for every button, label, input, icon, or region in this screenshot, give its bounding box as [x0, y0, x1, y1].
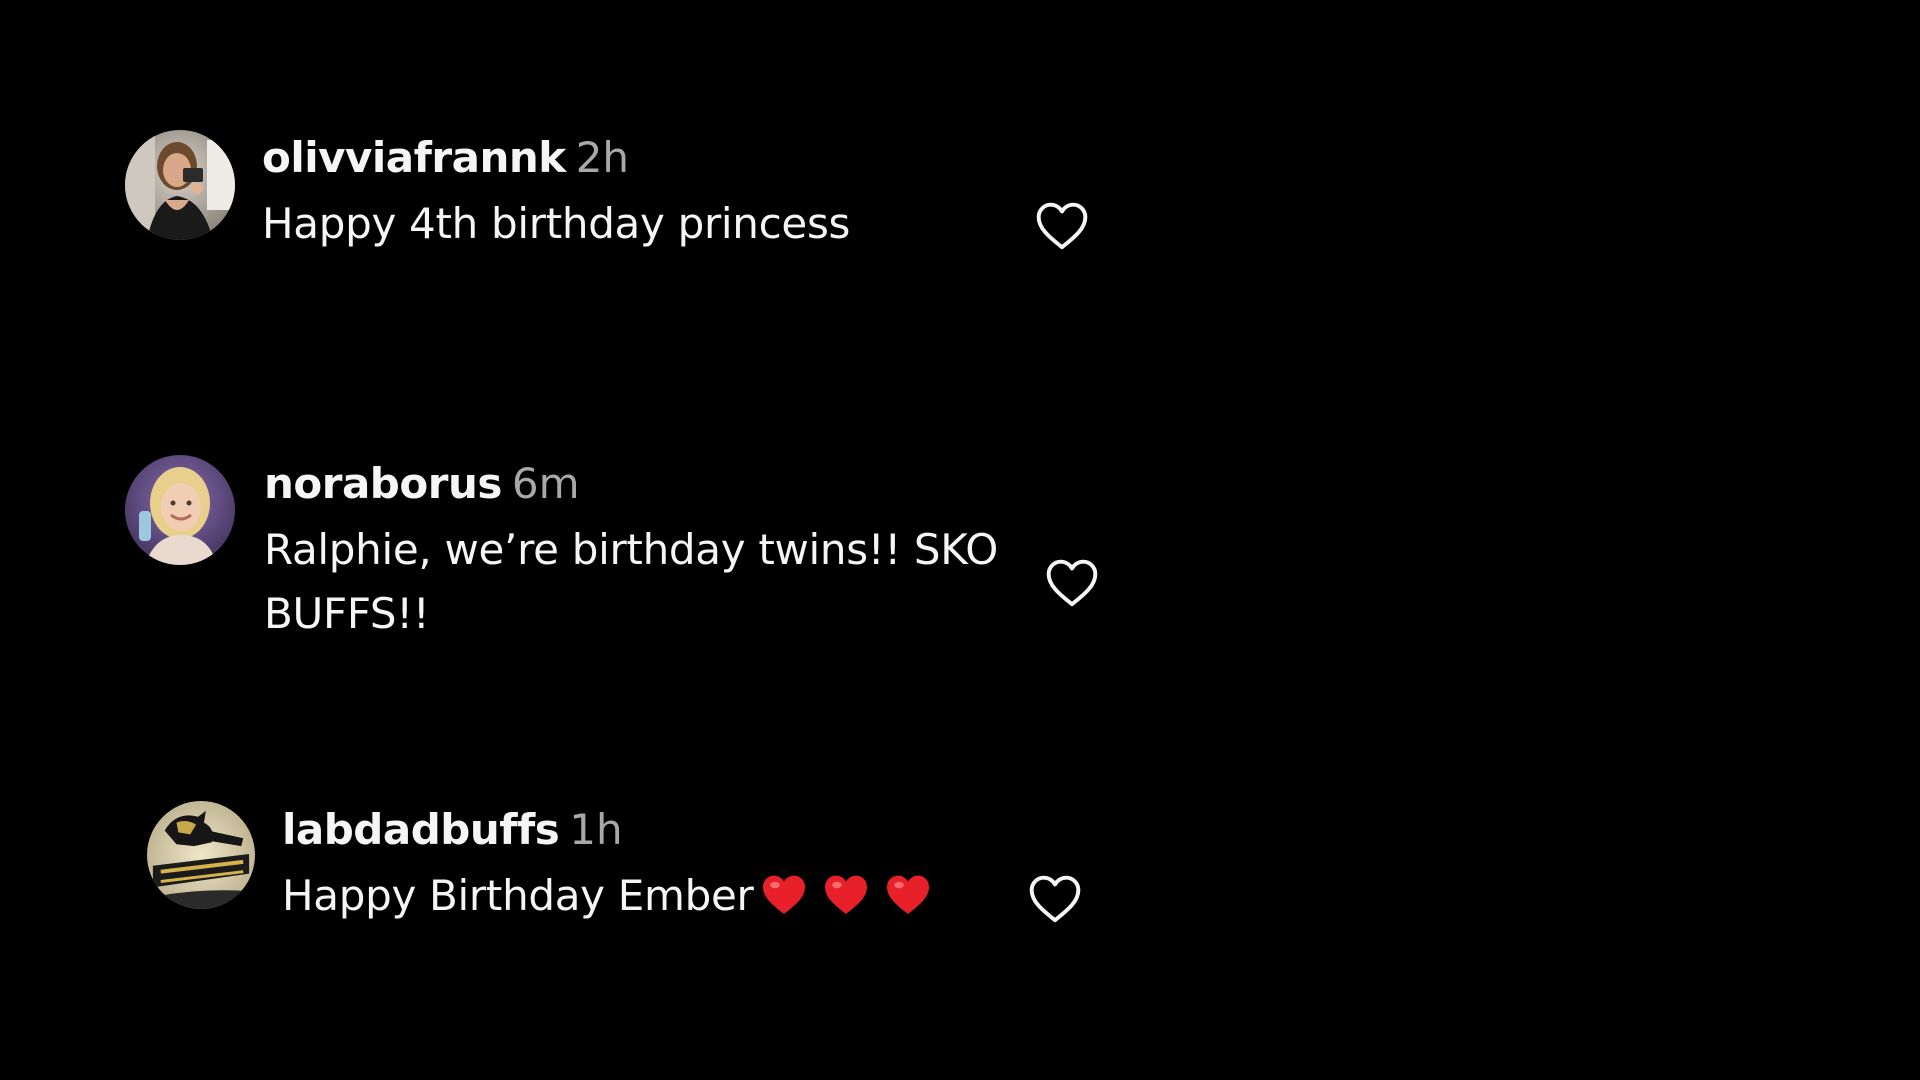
heart-outline-icon [1036, 202, 1088, 250]
comment-timestamp[interactable]: 2h [576, 133, 629, 182]
username-link[interactable]: olivviafrannk [262, 133, 566, 182]
avatar[interactable] [125, 455, 235, 565]
comment-timestamp[interactable]: 1h [569, 805, 622, 854]
avatar-photo-icon [125, 455, 235, 565]
red-heart-emoji-icon [760, 872, 808, 916]
avatar[interactable] [125, 130, 235, 240]
red-heart-emoji-icon [822, 872, 870, 916]
red-heart-emoji-icon [884, 872, 932, 916]
username-link[interactable]: noraborus [264, 459, 502, 508]
like-button[interactable] [1034, 199, 1090, 251]
like-button[interactable] [1044, 556, 1100, 608]
username-link[interactable]: labdadbuffs [282, 805, 560, 854]
comment-header: labdadbuffs 1h [282, 806, 1042, 854]
avatar-photo-icon [125, 130, 235, 240]
heart-outline-icon [1029, 875, 1081, 923]
comment-timestamp[interactable]: 6m [512, 459, 580, 508]
like-button[interactable] [1027, 872, 1083, 924]
comment-text-line: Happy Birthday Ember [282, 864, 1042, 928]
comment-header: olivviafrannk 2h [262, 134, 1022, 182]
comment-header: noraborus 6m [264, 460, 1024, 508]
comment-text: Happy 4th birthday princess [262, 199, 851, 248]
heart-outline-icon [1046, 559, 1098, 607]
buffs-logo-avatar-icon [147, 801, 255, 909]
avatar[interactable] [147, 801, 255, 909]
comment-text: Ralphie, we’re birthday twins!! SKO BUFF… [264, 525, 998, 638]
comment-text: Happy Birthday Ember [282, 871, 754, 920]
